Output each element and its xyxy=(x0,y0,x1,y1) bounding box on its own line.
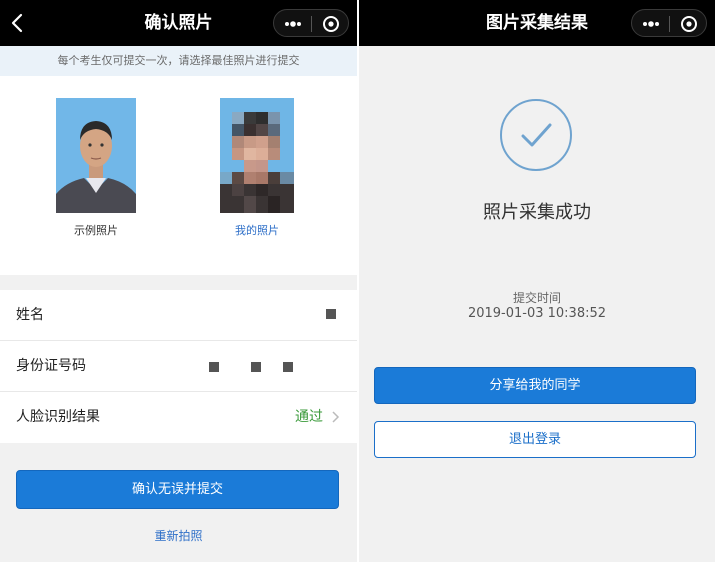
photo-comparison: 示例照片 我的照片 xyxy=(0,76,357,275)
nav-bar: 图片采集结果 xyxy=(359,0,715,46)
submit-time-label: 提交时间 xyxy=(512,291,561,305)
sample-photo-label: 示例照片 xyxy=(74,224,118,237)
collection-result-screen: 图片采集结果 照片采集成功 提交时间 2019-01-03 10:38:52 分… xyxy=(359,0,715,562)
check-circle-icon xyxy=(500,99,572,171)
submit-notice: 每个考生仅可提交一次，请选择最佳照片进行提交 xyxy=(0,46,357,76)
id-value-redacted xyxy=(209,362,219,372)
face-result-label: 人脸识别结果 xyxy=(16,409,100,425)
face-result-value: 通过 xyxy=(295,409,323,425)
mini-program-capsule xyxy=(273,9,349,37)
retake-photo-link[interactable]: 重新拍照 xyxy=(0,527,357,544)
target-icon[interactable] xyxy=(676,13,702,35)
nav-bar: 确认照片 xyxy=(0,0,357,46)
submit-time-value: 2019-01-03 10:38:52 xyxy=(467,306,607,321)
confirm-submit-button[interactable]: 确认无误并提交 xyxy=(16,470,339,509)
face-result-row[interactable]: 人脸识别结果 通过 xyxy=(0,392,357,443)
info-list: 姓名 身份证号码 人脸识别结果 通过 xyxy=(0,290,357,443)
confirm-photo-screen: 确认照片 每个考生仅可提交一次，请选择最佳照片进行提交 示例照片 我的照片 姓名… xyxy=(0,0,357,562)
id-row: 身份证号码 xyxy=(0,341,357,392)
my-photo-label[interactable]: 我的照片 xyxy=(207,222,307,238)
id-label: 身份证号码 xyxy=(16,358,86,374)
my-photo[interactable] xyxy=(220,98,294,213)
more-icon[interactable] xyxy=(638,13,664,35)
sample-photo xyxy=(56,98,136,213)
target-icon[interactable] xyxy=(318,13,344,35)
id-value-redacted xyxy=(283,362,293,372)
name-label: 姓名 xyxy=(16,307,44,323)
name-row: 姓名 xyxy=(0,290,357,341)
mini-program-capsule xyxy=(631,9,707,37)
logout-button[interactable]: 退出登录 xyxy=(374,421,696,458)
share-button[interactable]: 分享给我的同学 xyxy=(374,367,696,404)
more-icon[interactable] xyxy=(280,13,306,35)
chevron-right-icon xyxy=(332,411,340,423)
success-message: 照片采集成功 xyxy=(483,202,591,223)
id-value-redacted xyxy=(251,362,261,372)
name-value-redacted xyxy=(326,309,336,319)
